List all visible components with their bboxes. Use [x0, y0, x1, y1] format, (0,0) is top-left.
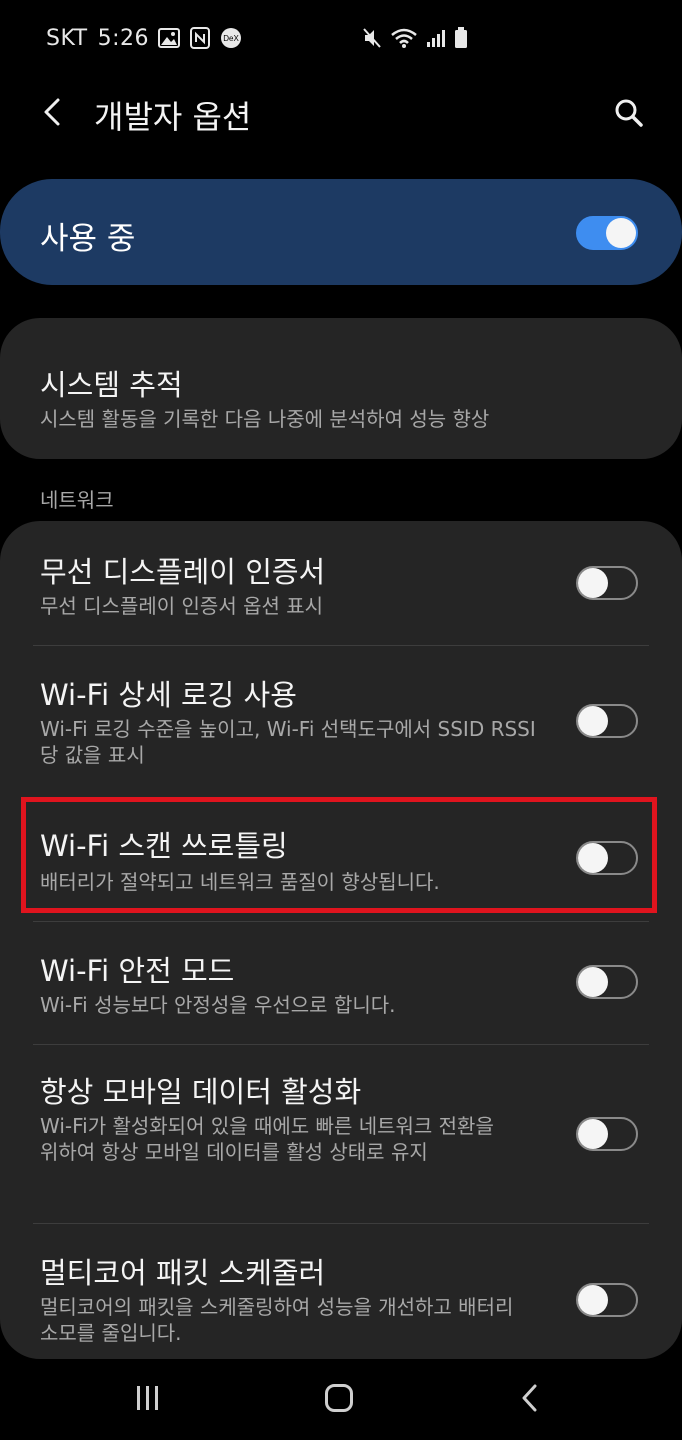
toggle-knob: [578, 1119, 608, 1149]
chevron-left-icon: [40, 97, 64, 131]
navigation-bar: [0, 1360, 682, 1440]
master-switch-row[interactable]: 사용 중: [0, 179, 682, 285]
search-button[interactable]: [606, 92, 652, 138]
toggle-knob: [578, 568, 608, 598]
wifi-icon: [390, 27, 418, 53]
item-subtitle: Wi-Fi 성능보다 안정성을 우선으로 합니다.: [40, 993, 396, 1017]
item-title: 멀티코어 패킷 스케줄러: [40, 1256, 326, 1290]
back-button[interactable]: [30, 92, 74, 136]
master-switch-toggle[interactable]: [576, 216, 638, 250]
status-carrier-time: SKT 5:26: [46, 26, 149, 51]
multicore-packet-scheduler-toggle[interactable]: [576, 1283, 638, 1317]
toggle-knob: [606, 218, 636, 248]
wifi-safe-mode-toggle[interactable]: [576, 965, 638, 999]
network-settings-card: 무선 디스플레이 인증서 무선 디스플레이 인증서 옵션 표시 Wi-Fi 상세…: [0, 521, 682, 1359]
wireless-display-cert-toggle[interactable]: [576, 566, 638, 600]
status-bar: SKT 5:26 DeX: [0, 0, 682, 80]
list-item-wireless-display-cert[interactable]: 무선 디스플레이 인증서 무선 디스플레이 인증서 옵션 표시: [0, 521, 682, 645]
toggle-knob: [578, 967, 608, 997]
status-right-icons: [362, 27, 468, 53]
item-subtitle: 멀티코어의 패킷을 스케줄링하여 성능을 개선하고 배터리 소모를 줄입니다.: [40, 1295, 514, 1345]
home-button[interactable]: [315, 1378, 363, 1422]
mute-icon: [362, 27, 382, 53]
home-icon: [324, 1383, 354, 1417]
master-switch-label: 사용 중: [40, 221, 136, 257]
dex-icon: DeX: [220, 27, 242, 53]
battery-icon: [454, 27, 468, 53]
system-trace-card: 시스템 추적 시스템 활동을 기록한 다음 나중에 분석하여 성능 향상: [0, 318, 682, 459]
toggle-knob: [578, 1285, 608, 1315]
mobile-data-always-on-toggle[interactable]: [576, 1117, 638, 1151]
signal-icon: [426, 28, 446, 52]
item-subtitle: Wi-Fi가 활성화되어 있을 때에도 빠른 네트워크 전환을 위하여 항상 모…: [40, 1114, 494, 1164]
dex-icon-label: DeX: [223, 34, 239, 43]
system-trace-subtitle: 시스템 활동을 기록한 다음 나중에 분석하여 성능 향상: [40, 407, 490, 431]
recents-button[interactable]: [124, 1378, 172, 1422]
nfc-icon: [190, 27, 210, 53]
clock: 5:26: [97, 26, 150, 51]
status-left-icons: DeX: [158, 27, 242, 53]
gallery-icon: [158, 28, 180, 52]
item-title: Wi-Fi 안전 모드: [40, 954, 235, 988]
network-section-header: 네트워크: [40, 488, 114, 512]
item-subtitle: Wi-Fi 로깅 수준을 높이고, Wi-Fi 선택도구에서 SSID RSSI…: [40, 717, 536, 767]
back-icon: [519, 1383, 541, 1417]
list-item-wifi-safe-mode[interactable]: Wi-Fi 안전 모드 Wi-Fi 성능보다 안정성을 우선으로 합니다.: [0, 922, 682, 1044]
app-bar: 개발자 옵션: [0, 80, 682, 150]
list-item-mobile-data-always-on[interactable]: 항상 모바일 데이터 활성화 Wi-Fi가 활성화되어 있을 때에도 빠른 네트…: [0, 1045, 682, 1223]
carrier-label: SKT: [46, 26, 88, 51]
recents-icon: [133, 1384, 163, 1416]
system-trace-item[interactable]: 시스템 추적 시스템 활동을 기록한 다음 나중에 분석하여 성능 향상: [0, 318, 682, 459]
item-title: Wi-Fi 상세 로깅 사용: [40, 678, 297, 712]
wifi-verbose-logging-toggle[interactable]: [576, 704, 638, 738]
item-title: 항상 모바일 데이터 활성화: [40, 1075, 362, 1109]
search-icon: [613, 97, 645, 133]
page-title: 개발자 옵션: [94, 98, 252, 136]
system-trace-title: 시스템 추적: [40, 368, 183, 402]
highlight-box: [21, 797, 657, 913]
item-title: 무선 디스플레이 인증서: [40, 555, 326, 589]
list-item-wifi-verbose-logging[interactable]: Wi-Fi 상세 로깅 사용 Wi-Fi 로깅 수준을 높이고, Wi-Fi 선…: [0, 646, 682, 798]
list-item-multicore-packet-scheduler[interactable]: 멀티코어 패킷 스케줄러 멀티코어의 패킷을 스케줄링하여 성능을 개선하고 배…: [0, 1224, 682, 1359]
toggle-knob: [578, 706, 608, 736]
nav-back-button[interactable]: [506, 1378, 554, 1422]
item-subtitle: 무선 디스플레이 인증서 옵션 표시: [40, 594, 324, 618]
